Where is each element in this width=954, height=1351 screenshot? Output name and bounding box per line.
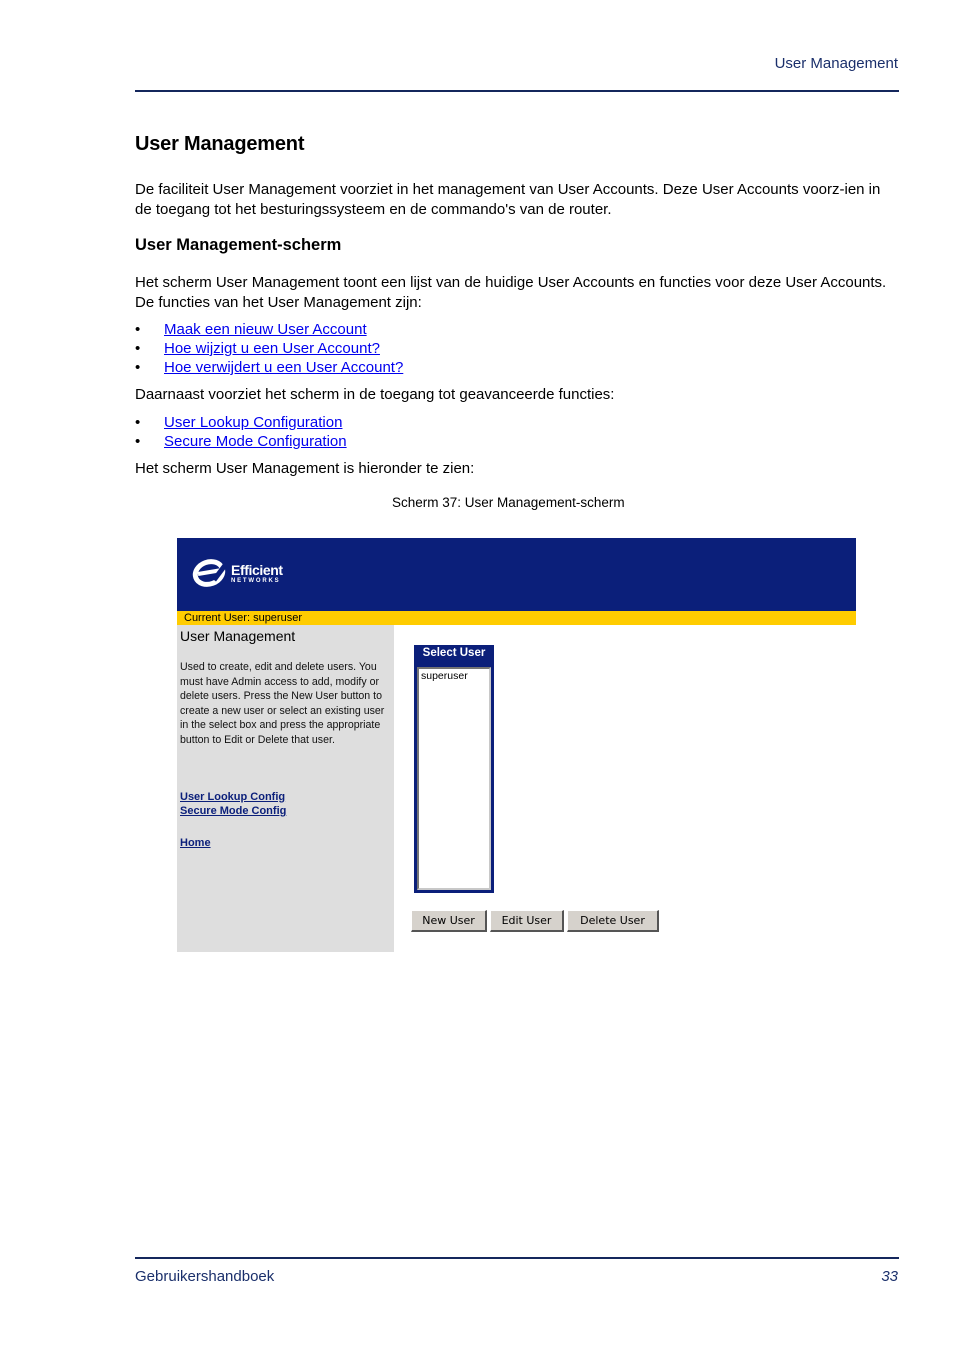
intro-paragraph: De faciliteit User Management voorziet i… (135, 181, 881, 218)
screenshot-user-management: Efficient NETWORKS Current User: superus… (177, 538, 856, 952)
select-user-listbox[interactable]: superuser (417, 667, 491, 890)
figure-caption: Scherm 37: User Management-scherm (392, 495, 625, 510)
bullet: • (135, 414, 141, 431)
advanced-list: • User Lookup Configuration • Secure Mode … (135, 413, 347, 451)
page-number: 33 (881, 1268, 898, 1285)
footer-title: Gebruikershandboek (135, 1268, 275, 1285)
section-title: User Management-scherm (135, 236, 342, 254)
bullet: • (135, 321, 141, 338)
list-item: • Maak een nieuw User Account (135, 320, 403, 339)
functions-intro: Het scherm User Management toont een lij… (135, 274, 887, 311)
efficient-networks-logo: Efficient NETWORKS (192, 558, 283, 588)
advanced-intro: Daarnaast voorziet het scherm in de toeg… (135, 386, 615, 403)
bullet: • (135, 340, 141, 357)
sidebar: User Management Used to create, edit and… (177, 625, 394, 952)
sidebar-link-home[interactable]: Home (180, 837, 211, 849)
list-item: • Secure Mode Configuration (135, 432, 347, 451)
current-user-bar: Current User: superuser (177, 611, 856, 625)
link-edit-account[interactable]: Hoe wijzigt u een User Account? (164, 340, 380, 357)
page-title: User Management (135, 133, 305, 155)
list-item: • Hoe verwijdert u een User Account? (135, 358, 403, 377)
new-user-button[interactable]: New User (411, 910, 487, 932)
banner: Efficient NETWORKS (177, 538, 856, 611)
delete-user-button[interactable]: Delete User (567, 910, 659, 932)
footer-rule (135, 1257, 899, 1259)
edit-user-button[interactable]: Edit User (490, 910, 564, 932)
screen-intro: Het scherm User Management is hieronder … (135, 460, 475, 477)
user-option[interactable]: superuser (419, 669, 489, 683)
list-item: • Hoe wijzigt u een User Account? (135, 339, 403, 358)
running-head: User Management (774, 55, 898, 72)
link-new-account[interactable]: Maak een nieuw User Account (164, 321, 367, 338)
bullet: • (135, 359, 141, 376)
sidebar-link-secure-mode-config[interactable]: Secure Mode Config (180, 805, 286, 817)
brand-name: Efficient (231, 561, 283, 578)
brand-subname: NETWORKS (231, 577, 281, 584)
link-secure-mode-config[interactable]: Secure Mode Configuration (164, 433, 347, 450)
header-rule (135, 90, 899, 92)
sidebar-description: Used to create, edit and delete users. Y… (180, 661, 385, 746)
link-delete-account[interactable]: Hoe verwijdert u een User Account? (164, 359, 403, 376)
list-item: • User Lookup Configuration (135, 413, 347, 432)
e-swoosh-icon (192, 559, 228, 587)
functions-list: • Maak een nieuw User Account • Hoe wijzig… (135, 320, 403, 377)
select-user-panel: Select User superuser (414, 645, 494, 893)
link-user-lookup-config[interactable]: User Lookup Configuration (164, 414, 342, 431)
sidebar-title: User Management (180, 628, 296, 644)
sidebar-link-user-lookup-config[interactable]: User Lookup Config (180, 791, 285, 803)
bullet: • (135, 433, 141, 450)
select-user-title: Select User (422, 647, 486, 659)
